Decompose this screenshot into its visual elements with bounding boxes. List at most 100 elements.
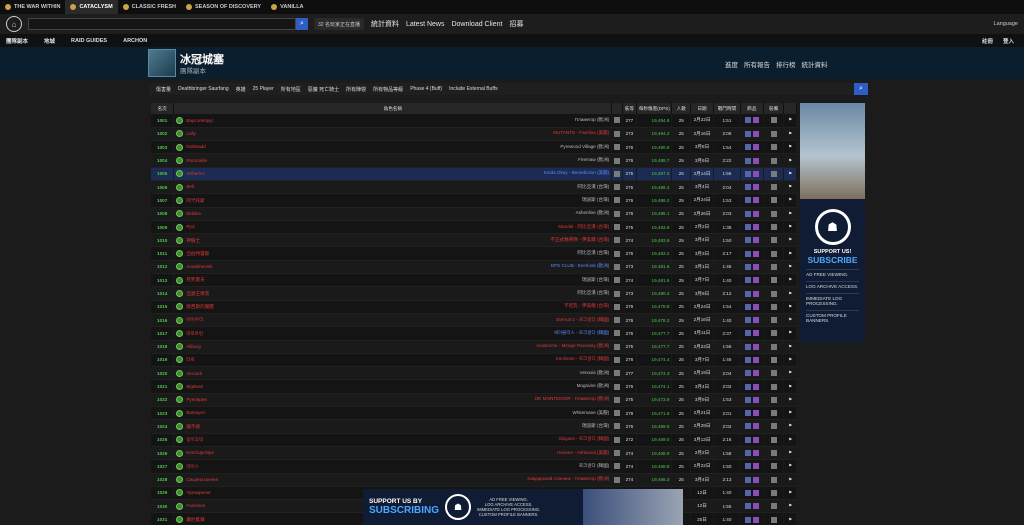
- player-name[interactable]: 死死雷夫: [186, 277, 204, 282]
- trinket-icon[interactable]: [744, 144, 751, 151]
- player-name[interactable]: Варсзлепрус: [186, 118, 213, 123]
- filter-dropdown[interactable]: 25 Player: [253, 86, 274, 92]
- table-row[interactable]: 1025 망이꼬막 Sbigass - 로크골다 (韓國) 272 19,469.0 25…: [151, 433, 797, 447]
- trinket-icon[interactable]: [744, 503, 751, 510]
- player-name[interactable]: Lolly: [186, 131, 195, 136]
- player-cell[interactable]: Lolly MUTANTS - Faerlina (美服): [173, 127, 613, 142]
- trinkets-cell[interactable]: [740, 273, 764, 288]
- trinket-icon[interactable]: [744, 117, 751, 124]
- trinket-icon[interactable]: [752, 410, 759, 417]
- trinkets-cell[interactable]: [740, 379, 764, 394]
- player-cell[interactable]: 死死雷夫 瑞迪斯 (台灣): [173, 273, 613, 288]
- trinket-icon[interactable]: [752, 290, 759, 297]
- report-icon-cell[interactable]: [611, 180, 623, 195]
- flag-cell[interactable]: ⚑: [783, 433, 797, 447]
- trinket-icon[interactable]: [752, 343, 759, 350]
- gear-cell[interactable]: [763, 167, 785, 181]
- trinkets-cell[interactable]: [740, 353, 764, 368]
- trinkets-cell[interactable]: [740, 499, 764, 514]
- table-row[interactable]: 1028 Свщенатаннея Кавдарский сланник - Пла…: [151, 473, 797, 487]
- player-name[interactable]: Ketchupchips: [186, 450, 214, 455]
- player-cell[interactable]: Ryd Mandel - 阿比亞漢 (台灣): [173, 220, 613, 235]
- report-icon[interactable]: [613, 263, 620, 270]
- filter-dropdown[interactable]: Deathbringer Saurfang: [178, 86, 229, 92]
- player-cell[interactable]: Aircardi Venoxis (歐洲): [173, 366, 613, 381]
- trinket-icon[interactable]: [744, 356, 751, 363]
- report-icon[interactable]: [613, 396, 620, 403]
- gear-icon[interactable]: [770, 343, 777, 350]
- guild-server[interactable]: Avalanche - Mirage Raceway (歐洲): [536, 343, 611, 349]
- table-row[interactable]: 1005 Arthemm Kinda Okay - Benediction (美服)…: [151, 167, 797, 181]
- flag-cell[interactable]: ⚑: [783, 180, 797, 195]
- trinket-icon[interactable]: [744, 450, 751, 457]
- trinket-icon[interactable]: [752, 503, 759, 510]
- gear-cell[interactable]: [763, 486, 785, 501]
- table-row[interactable]: 1021 BigBass Mograine (歐洲) 276 19,474.1 25 3月4…: [151, 379, 797, 394]
- gear-icon[interactable]: [770, 450, 777, 457]
- player-cell[interactable]: Rotocarile Firemaw (歐洲): [173, 153, 613, 168]
- trinket-icon[interactable]: [752, 117, 759, 124]
- report-icon-cell[interactable]: [611, 379, 623, 394]
- language-select[interactable]: Language: [994, 21, 1018, 27]
- trinkets-cell[interactable]: [740, 127, 764, 142]
- player-cell[interactable]: Anankhevink DPS CLUB - Everlook (歐洲): [173, 260, 613, 275]
- gear-icon[interactable]: [770, 489, 777, 496]
- table-row[interactable]: 1002 Lolly MUTANTS - Faerlina (美服) 273 19,49…: [151, 127, 797, 142]
- report-icon[interactable]: [613, 436, 620, 443]
- report-icon-cell[interactable]: [611, 406, 623, 421]
- trinkets-cell[interactable]: [740, 419, 764, 434]
- table-row[interactable]: 1001 Варсзлепрус Пламегор (歐洲) 277 19,494.8 2…: [151, 114, 797, 128]
- gear-cell[interactable]: [763, 193, 785, 208]
- gear-icon[interactable]: [770, 317, 777, 324]
- guild-server[interactable]: Mograine (歐洲): [577, 383, 611, 389]
- player-cell[interactable]: Ketchupchips Heaven - Ashkandi (美服): [173, 446, 613, 461]
- trinket-icon[interactable]: [752, 210, 759, 217]
- trinket-icon[interactable]: [744, 436, 751, 443]
- trinket-icon[interactable]: [752, 303, 759, 310]
- gear-cell[interactable]: [763, 473, 785, 487]
- column-header[interactable]: [611, 103, 623, 114]
- gear-icon[interactable]: [770, 157, 777, 164]
- trinket-icon[interactable]: [744, 197, 751, 204]
- player-name[interactable]: Aliburg: [186, 344, 200, 349]
- trinket-icon[interactable]: [744, 516, 751, 523]
- flag-cell[interactable]: ⚑: [783, 300, 797, 314]
- trinket-icon[interactable]: [744, 263, 751, 270]
- subnav-archon[interactable]: ARCHON: [123, 38, 147, 44]
- trinket-icon[interactable]: [744, 130, 751, 137]
- player-cell[interactable]: Aliburg Avalanche - Mirage Raceway (歐洲): [173, 340, 613, 354]
- trinket-icon[interactable]: [744, 210, 751, 217]
- report-icon-cell[interactable]: [611, 473, 623, 487]
- player-cell[interactable]: Arthemm Kinda Okay - Benediction (美服): [173, 167, 613, 181]
- player-name[interactable]: 龍不惑: [186, 424, 200, 429]
- flag-cell[interactable]: ⚑: [783, 393, 797, 408]
- filter-dropdown[interactable]: 英雄: [236, 86, 246, 93]
- gear-cell[interactable]: [763, 233, 785, 248]
- table-row[interactable]: 1006 Bell 阿比亞漢 (台灣) 275 19,486.4 25 3月4日 2:04 ⚑: [151, 180, 797, 195]
- report-icon[interactable]: [613, 410, 620, 417]
- report-icon-cell[interactable]: [611, 393, 623, 408]
- report-icon[interactable]: [613, 343, 620, 350]
- player-cell[interactable]: BigBass Mograine (歐洲): [173, 379, 613, 394]
- flag-cell[interactable]: ⚑: [783, 233, 797, 248]
- trinket-icon[interactable]: [752, 224, 759, 231]
- gear-icon[interactable]: [770, 197, 777, 204]
- column-header[interactable]: [783, 103, 797, 114]
- product-tab[interactable]: VANILLA: [266, 0, 308, 14]
- gear-icon[interactable]: [770, 210, 777, 217]
- flag-cell[interactable]: ⚑: [783, 366, 797, 381]
- table-row[interactable]: 1019 타로 Ironlineto - 로크골다 (韓國) 276 19,474.4 2…: [151, 353, 797, 368]
- guild-server[interactable]: 不正式精英隊 - 伊美爾 (台灣): [550, 237, 610, 243]
- gear-cell[interactable]: [763, 286, 785, 301]
- player-cell[interactable]: Elddea Ashenline (歐洲): [173, 207, 613, 221]
- column-header[interactable]: 裝備: [763, 103, 785, 114]
- flag-cell[interactable]: ⚑: [783, 406, 797, 421]
- gear-cell[interactable]: [763, 393, 785, 408]
- gear-icon[interactable]: [770, 277, 777, 284]
- report-icon[interactable]: [613, 210, 620, 217]
- guild-server[interactable]: DPS CLUB - Everlook (歐洲): [551, 263, 611, 269]
- flag-cell[interactable]: ⚑: [783, 499, 797, 514]
- trinket-icon[interactable]: [752, 489, 759, 496]
- player-name[interactable]: 歐西斯的覺醒: [186, 304, 214, 309]
- trinket-icon[interactable]: [744, 489, 751, 496]
